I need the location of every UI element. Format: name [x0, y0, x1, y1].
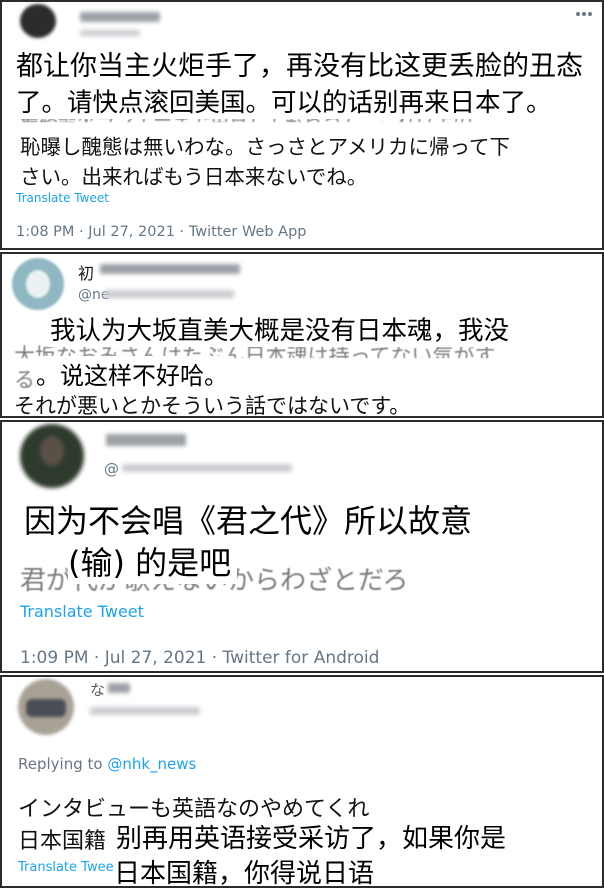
chinese-caption: (输) 的是吧 — [68, 538, 238, 584]
avatar[interactable] — [18, 679, 74, 735]
author-handle — [80, 30, 140, 36]
tweet-card[interactable]: @ 君が代が歌えないからわざとだろ 因为不会唱《君之代》所以故意 (输) 的是吧… — [0, 420, 604, 673]
translate-tweet-link[interactable]: Translate Tweet — [16, 191, 109, 205]
avatar[interactable] — [20, 4, 56, 38]
avatar[interactable] — [12, 258, 64, 310]
author-handle — [90, 707, 200, 715]
chinese-caption: 都让你当主火炬手了，再没有比这更丢脸的丑态 — [16, 44, 583, 83]
chinese-caption: 我认为大坂直美大概是没有日本魂，我没 — [48, 310, 512, 347]
tweet-timestamp[interactable]: 1:08 PM · Jul 27, 2021 · Twitter Web App — [16, 224, 307, 240]
author-name[interactable] — [100, 264, 240, 274]
chinese-caption: 日本国籍，你得说日语 — [114, 853, 375, 886]
tweet-card[interactable]: 最終聖火ランナーまで用意してもらって、これ以上の 恥曝し醜態は無いわな。さっさと… — [0, 0, 604, 250]
translate-tweet-link[interactable]: Translate Tweet — [18, 860, 119, 875]
chinese-caption: 别再用英语接受采访了，如果你是 — [112, 818, 507, 855]
tweet-text-original: 恥曝し醜態は無いわな。さっさとアメリカに帰って下 — [20, 135, 510, 159]
reply-handle-link[interactable]: @nhk_news — [107, 755, 196, 773]
avatar[interactable] — [20, 424, 84, 488]
reply-context: Replying to @nhk_news — [18, 755, 196, 773]
author-name[interactable] — [106, 434, 186, 446]
more-options-icon[interactable] — [576, 12, 594, 18]
tweet-text-original: 日本国籍 — [18, 829, 107, 854]
author-name[interactable] — [80, 12, 160, 22]
author-handle — [104, 290, 234, 298]
tweet-text-original: それが悪いとかそういう話ではないです。 — [14, 394, 411, 418]
tweet-text-original: さい。出来ればもう日本来ないでね。 — [20, 165, 368, 189]
author-name-initial: 初 — [78, 264, 95, 283]
author-name-initial: な — [90, 681, 106, 699]
tweet-card[interactable]: 初 @ne 大坂なおみさんはたぶん日本魂は持ってない気がす る。 それが悪いとか… — [0, 252, 604, 418]
translate-tweet-link[interactable]: Translate Tweet — [20, 602, 144, 621]
tweet-card[interactable]: な Replying to @nhk_news インタビューも英語なのやめてくれ… — [0, 675, 604, 888]
author-name[interactable] — [108, 683, 130, 693]
chinese-caption: 。说这样不好哈。 — [36, 356, 232, 391]
chinese-caption: 了。请快点滚回美国。可以的话别再来日本了。 — [16, 82, 556, 119]
tweet-timestamp[interactable]: 1:09 PM · Jul 27, 2021 · Twitter for And… — [20, 648, 379, 668]
reply-prefix: Replying to — [18, 755, 108, 773]
chinese-caption: 因为不会唱《君之代》所以故意 — [24, 496, 473, 542]
author-handle — [122, 464, 292, 472]
author-handle-prefix: @ — [104, 460, 119, 478]
